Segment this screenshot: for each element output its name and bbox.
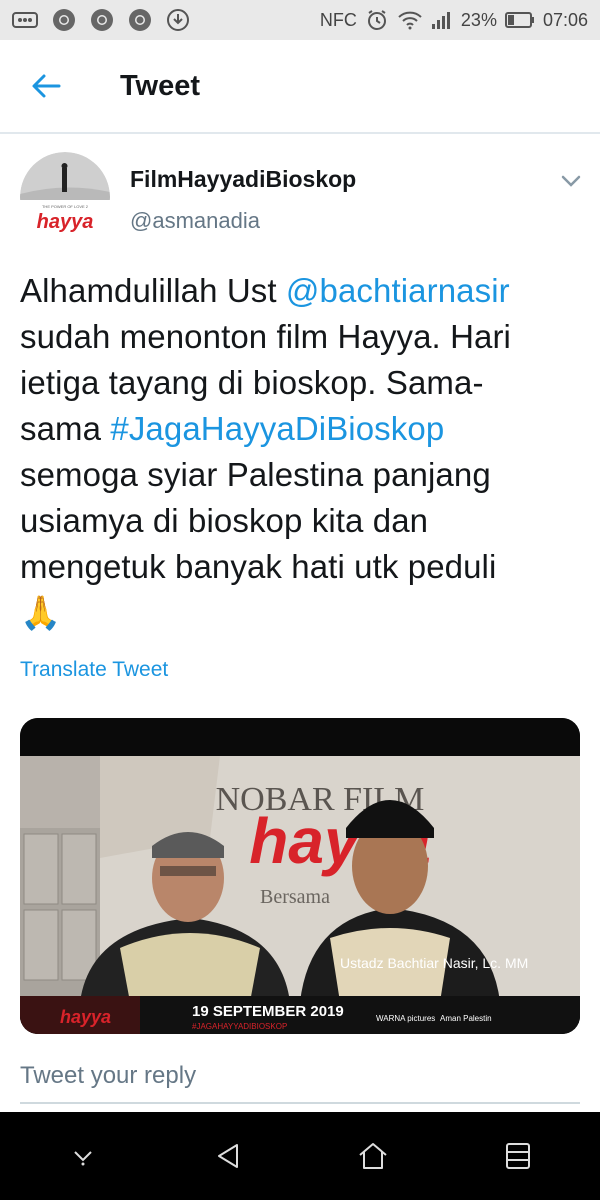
- mention-link[interactable]: @bachtiarnasir: [286, 272, 510, 309]
- system-indicators: NFC 23% 07:06: [320, 8, 588, 32]
- tweet-line: ietiga tayang di bioskop. Sama-: [20, 364, 484, 401]
- banner-hashtag: #JAGAHAYYADIBIOSKOP: [192, 1022, 287, 1031]
- tweet-text-segment: Alhamdulillah Ust: [20, 272, 286, 309]
- avatar-tagline: THE POWER OF LOVE 2: [42, 204, 89, 209]
- app-header: Tweet: [0, 40, 600, 134]
- recents-icon: [505, 1143, 530, 1169]
- nav-recents-button[interactable]: [478, 1116, 558, 1196]
- nav-home-button[interactable]: [333, 1116, 413, 1196]
- tweet-line: usiamya di bioskop kita dan: [20, 502, 429, 539]
- wifi-icon: [397, 10, 423, 30]
- nfc-icon: NFC: [319, 9, 357, 30]
- video-caption: Ustadz Bachtiar Nasir, Lc. MM: [340, 955, 528, 971]
- chrome-icon: [128, 8, 152, 32]
- tweet-media-video[interactable]: NOBAR FILM hayya Bersama Ustadz Bachtiar…: [20, 718, 580, 1034]
- tweet-line: Alhamdulillah Ust @bachtiarnasir: [20, 268, 580, 314]
- tweet-options-button[interactable]: [556, 166, 586, 196]
- notification-icons: [12, 8, 190, 32]
- tweet-line: semoga syiar Palestina panjang: [20, 456, 491, 493]
- sponsor-aman: Aman Palestin: [440, 1014, 492, 1023]
- banner-logo-small: hayya: [60, 1007, 111, 1027]
- back-button[interactable]: [0, 39, 92, 133]
- chrome-icon: [52, 8, 76, 32]
- tweet-author: THE POWER OF LOVE 2 hayya FilmHayyadiBio…: [20, 152, 586, 242]
- page-title: Tweet: [120, 69, 201, 102]
- reply-input[interactable]: Tweet your reply: [20, 1058, 580, 1104]
- tweet-text: Alhamdulillah Ust @bachtiarnasir sudah m…: [20, 268, 580, 636]
- status-bar: NFC 23% 07:06: [0, 0, 600, 40]
- battery-icon: [504, 11, 535, 29]
- back-arrow-icon: [32, 74, 61, 98]
- battery-percent: 23%: [460, 9, 497, 30]
- author-handle[interactable]: @asmanadia: [130, 208, 260, 234]
- chevron-down-icon: [561, 175, 581, 187]
- translate-tweet-link[interactable]: Translate Tweet: [20, 658, 168, 682]
- alarm-icon: [365, 8, 389, 32]
- voicemail-icon: [12, 11, 38, 29]
- avatar[interactable]: THE POWER OF LOVE 2 hayya: [20, 152, 110, 242]
- nav-back-button[interactable]: [188, 1116, 268, 1196]
- sponsor-warna: WARNA pictures: [376, 1014, 435, 1023]
- tweet-line: sama #JagaHayyaDiBioskop: [20, 406, 580, 452]
- hashtag-link[interactable]: #JagaHayyaDiBioskop: [110, 410, 444, 447]
- author-name[interactable]: FilmHayyadiBioskop: [130, 166, 356, 193]
- chevron-down-icon: [73, 1151, 92, 1166]
- chrome-icon: [90, 8, 114, 32]
- folded-hands-emoji: 🙏: [20, 594, 62, 631]
- banner-with: Bersama: [260, 886, 330, 908]
- android-navigation-bar: [0, 1112, 600, 1200]
- hide-keyboard-button[interactable]: [43, 1116, 123, 1196]
- tweet-line: 🙏: [20, 590, 580, 636]
- clock: 07:06: [542, 9, 588, 30]
- banner-date: 19 SEPTEMBER 2019: [192, 1003, 344, 1020]
- tweet-line: sudah menonton film Hayya. Hari: [20, 318, 511, 355]
- avatar-logo-text: hayya: [37, 211, 94, 233]
- back-triangle-icon: [217, 1144, 238, 1168]
- signal-icon: [431, 10, 453, 30]
- tweet-text-segment: sama: [20, 410, 111, 447]
- home-icon: [358, 1143, 387, 1169]
- download-icon: [166, 8, 190, 32]
- tweet-line: mengetuk banyak hati utk peduli: [20, 548, 497, 585]
